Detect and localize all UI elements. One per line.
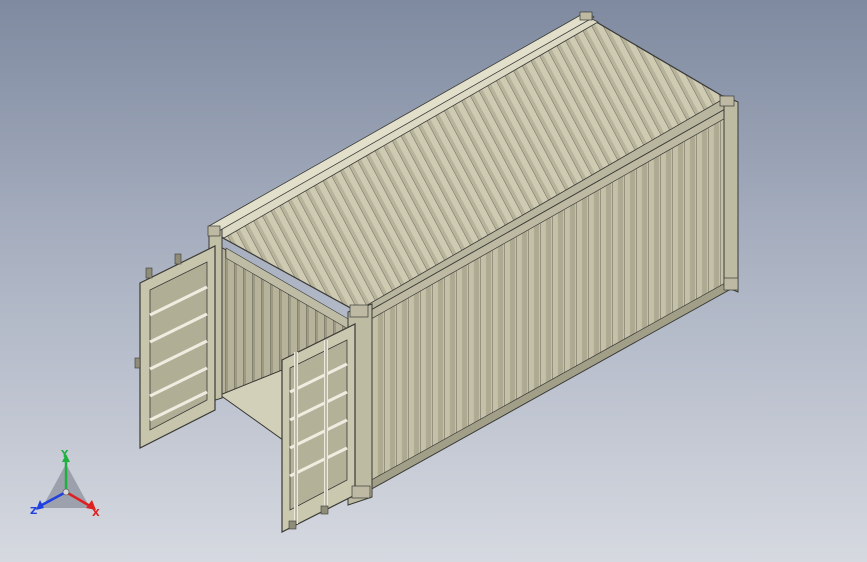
graphics-viewport[interactable]: Y X Z: [0, 0, 867, 562]
model-view[interactable]: [0, 0, 867, 562]
triad-y-label: Y: [60, 449, 69, 460]
coordinate-triad-icon: Y X Z: [30, 449, 100, 519]
right-door[interactable]: [281, 323, 356, 533]
left-door[interactable]: [134, 245, 216, 449]
triad-x-label: X: [92, 508, 100, 519]
triad-z-label: Z: [30, 506, 37, 517]
